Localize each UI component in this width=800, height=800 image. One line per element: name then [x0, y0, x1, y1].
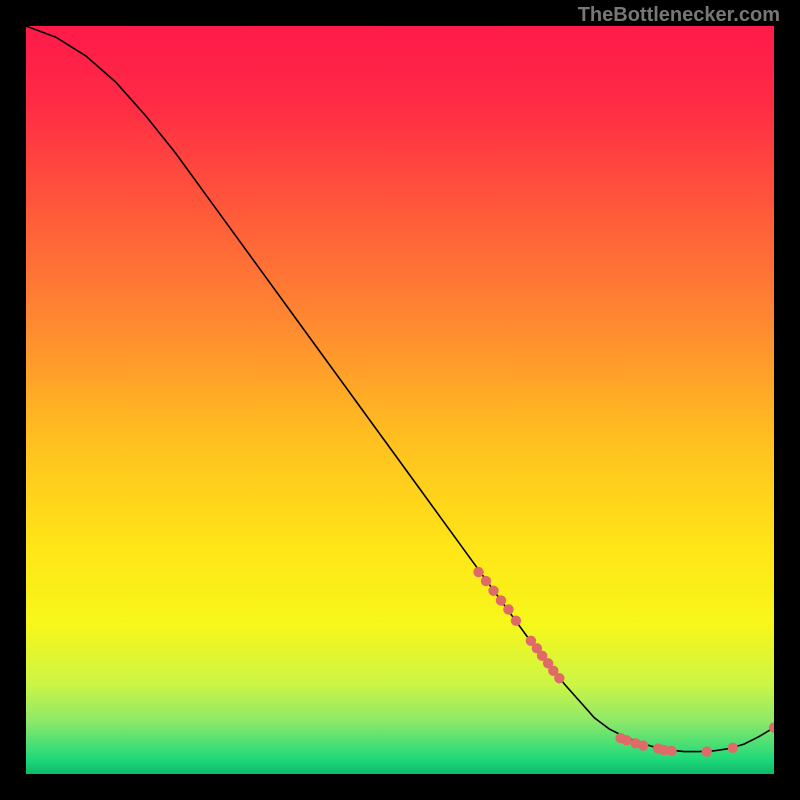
scatter-point	[554, 673, 564, 683]
scatter-point	[638, 740, 648, 750]
scatter-point	[473, 567, 483, 577]
chart-background	[26, 26, 774, 774]
scatter-point	[488, 586, 498, 596]
chart-svg	[26, 26, 774, 774]
watermark-text: TheBottlenecker.com	[578, 4, 780, 27]
scatter-point	[496, 595, 506, 605]
chart-plot-area	[26, 26, 774, 774]
scatter-point	[728, 743, 738, 753]
scatter-point	[511, 615, 521, 625]
scatter-point	[621, 735, 631, 745]
scatter-point	[503, 604, 513, 614]
scatter-point	[701, 746, 711, 756]
scatter-point	[666, 746, 676, 756]
scatter-point	[481, 576, 491, 586]
